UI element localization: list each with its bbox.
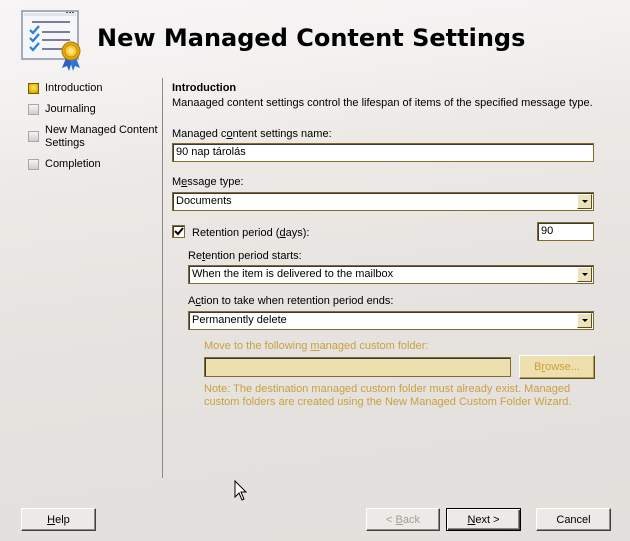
button-text: elp	[55, 513, 70, 526]
page-title: New Managed Content Settings	[97, 24, 526, 52]
label-text: ssage type:	[187, 176, 244, 188]
retention-period-label: Retention period (days):	[192, 227, 309, 239]
browse-button[interactable]: Br owse...	[519, 355, 595, 379]
button-accelerator: N	[467, 513, 476, 526]
label-text: M	[172, 176, 182, 188]
button-text: ack	[402, 513, 420, 526]
retention-starts-label: Retention period starts:	[188, 250, 302, 262]
nav-step-introduction[interactable]: Introduction	[28, 82, 165, 95]
chevron-down-icon[interactable]	[577, 194, 592, 209]
checklist-certificate-icon	[20, 8, 88, 72]
step-inactive-icon	[28, 104, 39, 115]
help-button[interactable]: Help	[21, 508, 96, 531]
button-text: B	[534, 361, 542, 373]
section-title: Introduction	[172, 82, 237, 94]
chevron-down-icon[interactable]	[577, 313, 592, 328]
retention-starts-select[interactable]: When the item is delivered to the mailbo…	[188, 265, 594, 284]
select-value: Documents	[176, 195, 232, 207]
back-button[interactable]: < Back	[366, 508, 440, 531]
step-inactive-icon	[28, 159, 39, 170]
button-accelerator: H	[47, 513, 56, 526]
select-value: When the item is delivered to the mailbo…	[192, 268, 394, 280]
vertical-divider	[162, 78, 163, 478]
button-text: <	[386, 513, 396, 526]
nav-step-completion[interactable]: Completion	[28, 158, 165, 171]
action-label: Action to take when retention period end…	[188, 295, 393, 307]
label-text: ention period starts:	[205, 250, 302, 262]
button-text: ext >	[475, 513, 500, 526]
select-value: Permanently delete	[192, 314, 287, 326]
label-text: Managed c	[172, 128, 227, 140]
section-description: Manaaged content settings control the li…	[172, 97, 593, 109]
step-inactive-icon	[28, 131, 39, 142]
label-text: ays):	[285, 227, 310, 239]
retention-days-input[interactable]: 90	[537, 222, 594, 241]
move-folder-input[interactable]	[204, 357, 511, 377]
nav-step-label: Completion	[45, 158, 101, 170]
button-text: owse...	[545, 361, 580, 373]
nav-step-label: Introduction	[45, 82, 103, 94]
move-folder-label: Move to the following managed custom fol…	[204, 340, 428, 352]
label-text: tion to take when retention period ends:	[200, 295, 394, 307]
name-label: Managed content settings name:	[172, 128, 332, 140]
step-active-icon	[28, 83, 39, 94]
name-input[interactable]: 90 nap tárolás	[172, 143, 594, 162]
note-text: Note: The destination managed custom fol…	[204, 383, 572, 408]
message-type-select[interactable]: Documents	[172, 192, 594, 211]
nav-step-journaling[interactable]: Journaling	[28, 103, 165, 116]
message-type-label: Message type:	[172, 176, 244, 188]
nav-step-label: New Managed Content Settings	[45, 124, 158, 149]
next-button[interactable]: Next >	[446, 508, 521, 531]
chevron-down-icon[interactable]	[577, 267, 592, 282]
label-text: Retention period (	[192, 227, 280, 239]
mouse-cursor-icon	[234, 479, 248, 505]
label-text: Move to the following	[204, 340, 311, 352]
nav-step-new-managed-content-settings[interactable]: New Managed Content Settings	[28, 124, 163, 150]
cancel-button[interactable]: Cancel	[536, 508, 611, 531]
nav-step-label: Journaling	[45, 103, 96, 115]
label-text: Re	[188, 250, 203, 262]
checkmark-icon	[173, 227, 184, 236]
label-text: ntent settings name:	[232, 128, 332, 140]
label-accelerator: m	[310, 340, 320, 352]
button-accelerator: B	[395, 513, 403, 526]
label-text: anaged custom folder:	[319, 340, 429, 352]
action-select[interactable]: Permanently delete	[188, 311, 594, 330]
retention-period-checkbox[interactable]	[172, 225, 185, 238]
